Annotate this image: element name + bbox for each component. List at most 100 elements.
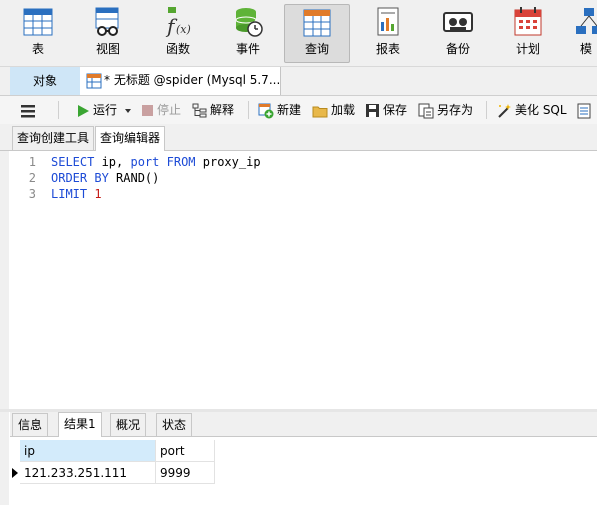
query-subtab-bar: 查询创建工具 查询编辑器 bbox=[0, 124, 597, 151]
query-icon bbox=[303, 9, 331, 37]
beautify-label: 美化 SQL bbox=[515, 103, 567, 117]
tab-info[interactable]: 信息 bbox=[12, 413, 49, 436]
toolbar-backup-label: 备份 bbox=[445, 42, 470, 56]
stop-label: 停止 bbox=[157, 103, 182, 117]
row-indicator bbox=[10, 462, 20, 484]
sql-editor[interactable]: 1 SELECT ip, port FROM proxy_ip 2 ORDER BY… bbox=[10, 151, 597, 409]
explain-icon bbox=[192, 103, 207, 118]
cell-port[interactable]: 9999 bbox=[156, 462, 215, 484]
explain-label: 解释 bbox=[210, 103, 235, 117]
play-icon bbox=[78, 104, 89, 117]
magic-wand-icon bbox=[498, 103, 511, 118]
toolbar-event-label: 事件 bbox=[235, 42, 260, 56]
save-as-icon bbox=[418, 103, 434, 118]
sql-identifier: ip, bbox=[94, 155, 131, 169]
current-row-arrow-icon bbox=[12, 468, 18, 478]
toolbar-function-button[interactable]: f (x) 函数 bbox=[146, 4, 210, 62]
toolbar-function-label: 函数 bbox=[165, 42, 190, 56]
toolbar-schedule-label: 计划 bbox=[515, 42, 540, 56]
toolbar-view-button[interactable]: 视图 bbox=[76, 4, 140, 62]
sql-keyword: BY bbox=[87, 171, 109, 185]
main-toolbar: 表 视图 f (x) 函数 事件 查询 报表 备份 计划 模 bbox=[0, 0, 597, 67]
sql-line: 3 LIMIT 1 bbox=[10, 186, 102, 202]
toolbar-report-label: 报表 bbox=[375, 42, 400, 56]
line-number: 1 bbox=[28, 155, 36, 169]
toolbar-separator bbox=[486, 101, 487, 119]
line-number: 3 bbox=[28, 187, 36, 201]
query-tab-icon bbox=[86, 73, 102, 89]
sql-number: 1 bbox=[87, 187, 102, 201]
model-icon bbox=[576, 8, 597, 34]
toolbar-model-button[interactable]: 模 bbox=[566, 4, 597, 62]
svg-text:(x): (x) bbox=[176, 23, 191, 36]
save-as-label: 另存为 bbox=[437, 103, 474, 117]
save-label: 保存 bbox=[383, 103, 408, 117]
view-icon bbox=[95, 7, 119, 36]
tab-query-builder[interactable]: 查询创建工具 bbox=[12, 126, 95, 150]
beautify-sql-button[interactable]: 美化 SQL bbox=[496, 101, 567, 119]
sql-function: RAND() bbox=[108, 171, 160, 185]
tab-objects[interactable]: 对象 bbox=[10, 67, 81, 95]
tab-status[interactable]: 状态 bbox=[156, 413, 193, 436]
snippet-button[interactable] bbox=[577, 101, 594, 119]
load-label: 加载 bbox=[331, 103, 356, 117]
toolbar-event-button[interactable]: 事件 bbox=[216, 4, 280, 62]
toolbar-table-button[interactable]: 表 bbox=[6, 4, 70, 62]
left-gutter bbox=[0, 151, 9, 505]
line-number: 2 bbox=[28, 171, 36, 185]
save-icon bbox=[366, 104, 379, 117]
load-button[interactable]: 加载 bbox=[312, 101, 355, 119]
sql-keyword: ORDER bbox=[51, 171, 88, 185]
toolbar-separator bbox=[248, 101, 249, 119]
result-grid: ip port 121.233.251.111 9999 bbox=[10, 440, 215, 486]
stop-button[interactable]: 停止 bbox=[141, 101, 181, 119]
stop-icon bbox=[142, 105, 153, 116]
document-tab-bar: 对象 * 无标题 @spider (Mysql 5.7... bbox=[0, 67, 597, 96]
run-button[interactable]: 运行 bbox=[76, 101, 135, 119]
sql-table-name: proxy_ip bbox=[195, 155, 261, 169]
toolbar-backup-button[interactable]: 备份 bbox=[426, 4, 490, 62]
tab-overview[interactable]: 概况 bbox=[110, 413, 147, 436]
sql-keyword: FROM bbox=[159, 155, 196, 169]
tab-query-untitled[interactable]: * 无标题 @spider (Mysql 5.7... bbox=[80, 67, 281, 95]
query-tab-title: * 无标题 @spider (Mysql 5.7... bbox=[104, 73, 281, 87]
event-icon bbox=[235, 8, 263, 37]
new-query-icon bbox=[258, 103, 274, 118]
tab-result1[interactable]: 结果1 bbox=[58, 412, 102, 437]
save-button[interactable]: 保存 bbox=[365, 101, 407, 119]
toolbar-model-label: 模 bbox=[580, 42, 593, 56]
tab-query-editor[interactable]: 查询编辑器 bbox=[95, 126, 166, 151]
toolbar-schedule-button[interactable]: 计划 bbox=[496, 4, 560, 62]
toolbar-table-label: 表 bbox=[31, 42, 44, 56]
document-icon bbox=[577, 103, 591, 118]
save-as-button[interactable]: 另存为 bbox=[418, 101, 473, 119]
schedule-icon bbox=[514, 7, 542, 36]
report-icon bbox=[377, 7, 399, 36]
new-query-button[interactable]: 新建 bbox=[258, 101, 301, 119]
toolbar-query-button[interactable]: 查询 bbox=[284, 4, 350, 63]
column-header-port[interactable]: port bbox=[156, 440, 215, 462]
editor-toolbar: 运行 停止 解释 新建 加载 保存 另存为 美化 SQL bbox=[0, 96, 597, 124]
result-tab-bar: 信息 结果1 概况 状态 bbox=[10, 412, 597, 437]
cell-ip[interactable]: 121.233.251.111 bbox=[20, 462, 156, 484]
toolbar-report-button[interactable]: 报表 bbox=[356, 4, 420, 62]
explain-button[interactable]: 解释 bbox=[192, 101, 234, 119]
toolbar-separator bbox=[58, 101, 59, 119]
toolbar-view-label: 视图 bbox=[95, 42, 120, 56]
sql-keyword: port bbox=[130, 155, 160, 169]
hamburger-menu-icon bbox=[21, 104, 35, 117]
table-icon bbox=[23, 8, 53, 36]
menu-button[interactable] bbox=[20, 101, 39, 119]
backup-icon bbox=[443, 12, 473, 32]
sql-keyword: SELECT bbox=[51, 155, 95, 169]
new-label: 新建 bbox=[277, 103, 302, 117]
function-icon: f (x) bbox=[165, 7, 191, 38]
sql-keyword: LIMIT bbox=[51, 187, 88, 201]
sql-line: 2 ORDER BY RAND() bbox=[10, 170, 160, 186]
chevron-down-icon[interactable] bbox=[124, 107, 132, 115]
sql-line: 1 SELECT ip, port FROM proxy_ip bbox=[10, 154, 261, 170]
run-label: 运行 bbox=[93, 103, 118, 117]
folder-icon bbox=[312, 106, 328, 117]
column-header-ip[interactable]: ip bbox=[20, 440, 156, 462]
toolbar-query-label: 查询 bbox=[304, 42, 329, 56]
